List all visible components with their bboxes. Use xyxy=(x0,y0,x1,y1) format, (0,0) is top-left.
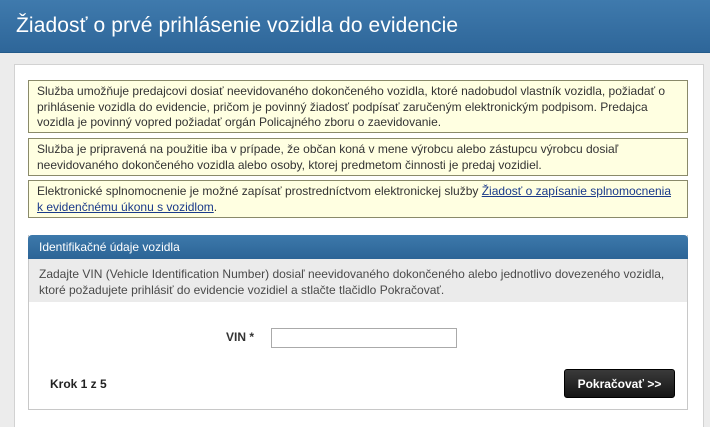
notice-authorization: Elektronické splnomocnenie je možné zapí… xyxy=(28,180,688,218)
notice-authorization-suffix: . xyxy=(213,199,218,214)
vin-label: VIN * xyxy=(226,330,255,344)
vin-input[interactable] xyxy=(271,328,457,348)
page-header: Žiadosť o prvé prihlásenie vozidla do ev… xyxy=(0,0,710,53)
page-title: Žiadosť o prvé prihlásenie vozidla do ev… xyxy=(16,14,459,37)
section-instructions: Zadajte VIN (Vehicle Identification Numb… xyxy=(29,259,687,302)
notice-service-description: Služba umožňuje predajcovi dosiať neevid… xyxy=(28,80,688,133)
section-header: Identifikačné údaje vozidla xyxy=(28,235,688,259)
continue-button[interactable]: Pokračovať >> xyxy=(564,369,675,398)
step-indicator: Krok 1 z 5 xyxy=(50,377,107,391)
notice-usage-condition: Služba je pripravená na použitie iba v p… xyxy=(28,138,688,176)
notice-authorization-text: Elektronické splnomocnenie je možné zapí… xyxy=(37,184,482,198)
